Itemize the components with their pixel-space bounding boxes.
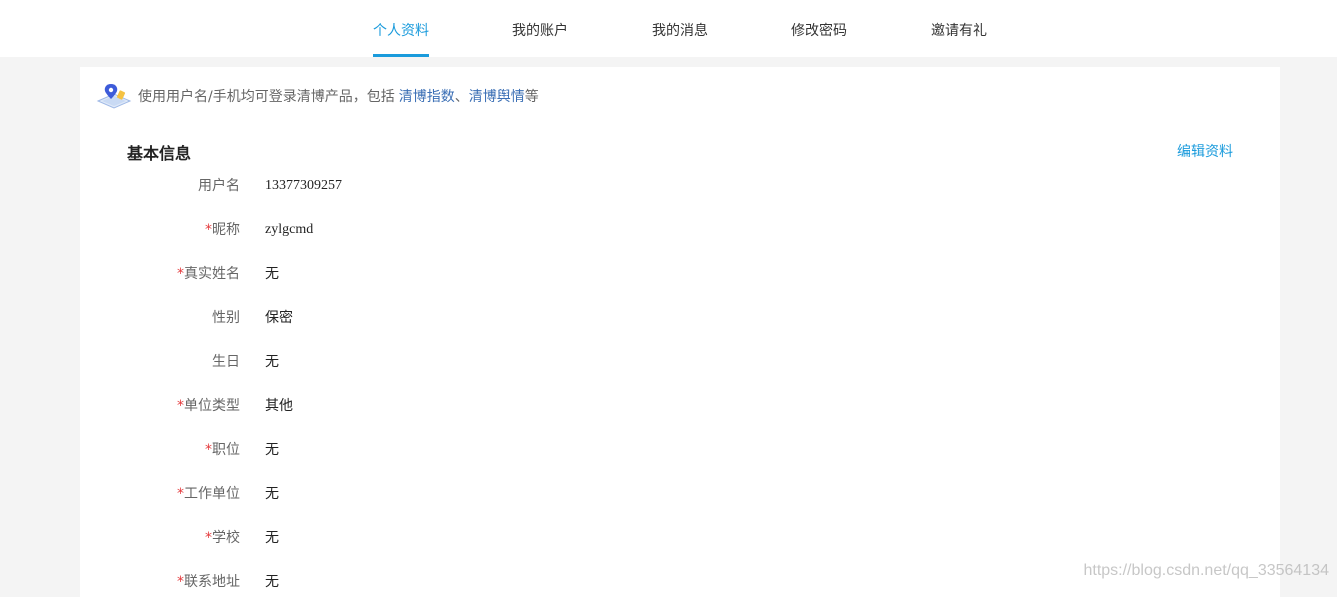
field-label: *工作单位 — [120, 483, 240, 505]
field-label-text: 昵称 — [212, 222, 240, 238]
field-row-employer: *工作单位 无 — [80, 483, 680, 505]
field-value: zylgcmd — [265, 219, 313, 241]
field-value: 13377309257 — [265, 175, 342, 197]
field-row-real-name: *真实姓名 无 — [80, 263, 680, 285]
field-label-text: 生日 — [212, 354, 240, 370]
notice-suffix: 等 — [525, 86, 539, 106]
field-label: *昵称 — [120, 219, 240, 241]
required-mark: * — [205, 530, 212, 546]
field-row-org-type: *单位类型 其他 — [80, 395, 680, 417]
tab-profile[interactable]: 个人资料 — [373, 0, 429, 57]
edit-profile-link[interactable]: 编辑资料 — [1177, 141, 1233, 161]
top-navigation: 个人资料 我的账户 我的消息 修改密码 邀请有礼 — [0, 0, 1337, 57]
required-mark: * — [177, 398, 184, 414]
field-label-text: 用户名 — [198, 178, 240, 194]
field-row-address: *联系地址 无 — [80, 571, 680, 593]
login-notice: 使用用户名/手机均可登录清博产品，包括 清博指数 、 清博舆情 等 — [96, 81, 539, 111]
field-label: *联系地址 — [120, 571, 240, 593]
field-label-text: 单位类型 — [184, 398, 240, 414]
field-label: 生日 — [120, 351, 240, 373]
field-value: 无 — [265, 527, 279, 549]
field-label: 性别 — [120, 307, 240, 329]
notice-separator: 、 — [455, 86, 469, 106]
field-value: 保密 — [265, 307, 293, 329]
watermark: https://blog.csdn.net/qq_33564134 — [1083, 562, 1329, 580]
required-mark: * — [177, 266, 184, 282]
required-mark: * — [177, 486, 184, 502]
section-title: 基本信息 — [127, 140, 191, 164]
field-value: 无 — [265, 263, 279, 285]
field-label: 用户名 — [120, 175, 240, 197]
map-pin-icon — [96, 81, 132, 111]
field-label: *单位类型 — [120, 395, 240, 417]
field-label-text: 工作单位 — [184, 486, 240, 502]
link-qingbo-index[interactable]: 清博指数 — [399, 86, 455, 106]
required-mark: * — [205, 222, 212, 238]
field-row-position: *职位 无 — [80, 439, 680, 461]
field-value: 无 — [265, 483, 279, 505]
field-row-school: *学校 无 — [80, 527, 680, 549]
tab-invite[interactable]: 邀请有礼 — [931, 0, 987, 57]
required-mark: * — [205, 442, 212, 458]
field-value: 其他 — [265, 395, 293, 417]
field-label-text: 职位 — [212, 442, 240, 458]
notice-text: 使用用户名/手机均可登录清博产品，包括 — [138, 86, 395, 106]
field-row-gender: 性别 保密 — [80, 307, 680, 329]
field-label-text: 学校 — [212, 530, 240, 546]
tab-change-password[interactable]: 修改密码 — [791, 0, 847, 57]
field-label-text: 性别 — [212, 310, 240, 326]
field-value: 无 — [265, 571, 279, 593]
field-value: 无 — [265, 351, 279, 373]
tab-messages[interactable]: 我的消息 — [652, 0, 708, 57]
tab-account[interactable]: 我的账户 — [512, 0, 568, 57]
link-qingbo-sentiment[interactable]: 清博舆情 — [469, 86, 525, 106]
field-label: *学校 — [120, 527, 240, 549]
field-label-text: 真实姓名 — [184, 266, 240, 282]
field-label: *职位 — [120, 439, 240, 461]
field-label: *真实姓名 — [120, 263, 240, 285]
field-value: 无 — [265, 439, 279, 461]
profile-card: 使用用户名/手机均可登录清博产品，包括 清博指数 、 清博舆情 等 基本信息 编… — [80, 67, 1280, 597]
field-row-birthday: 生日 无 — [80, 351, 680, 373]
field-row-nickname: *昵称 zylgcmd — [80, 219, 680, 241]
field-row-username: 用户名 13377309257 — [80, 175, 680, 197]
